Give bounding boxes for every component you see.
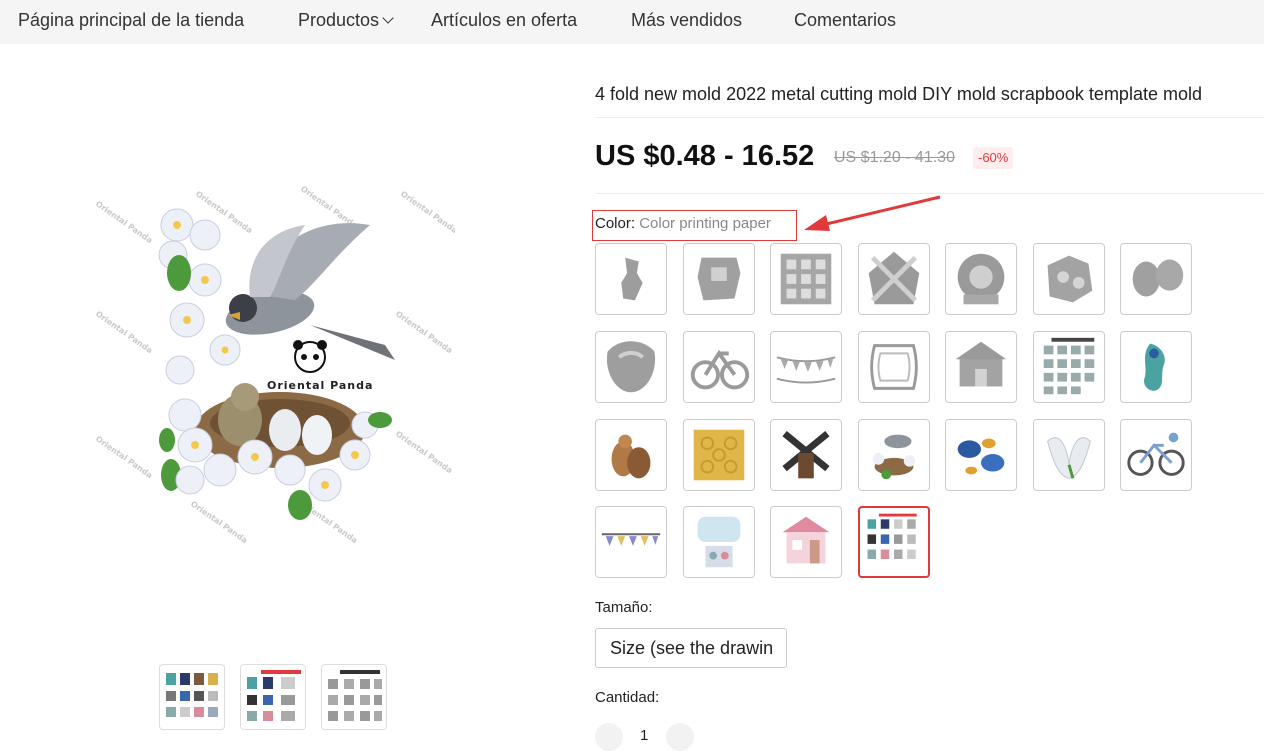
die-shape-icon bbox=[1127, 432, 1185, 476]
color-option-swatch[interactable] bbox=[1033, 243, 1105, 315]
color-option-swatch[interactable] bbox=[595, 243, 667, 315]
color-option-swatch[interactable] bbox=[770, 243, 842, 315]
product-collage-icon bbox=[247, 670, 301, 721]
color-option-swatch[interactable] bbox=[858, 243, 930, 315]
color-option-swatch[interactable] bbox=[595, 331, 667, 403]
brand-logo-text: Oriental Panda bbox=[267, 379, 373, 392]
color-option-swatch[interactable] bbox=[595, 506, 667, 578]
thumbnail-image[interactable] bbox=[240, 664, 306, 730]
size-label: Tamaño: bbox=[595, 599, 653, 616]
color-option-swatch[interactable] bbox=[945, 419, 1017, 491]
original-price: US $1.20 - 41.30 bbox=[834, 149, 955, 166]
divider bbox=[595, 117, 1264, 118]
product-title: 4 fold new mold 2022 metal cutting mold … bbox=[595, 84, 1202, 104]
die-shape-icon bbox=[870, 344, 918, 390]
color-option-swatch[interactable] bbox=[1120, 419, 1192, 491]
watermark: Oriental Panda bbox=[394, 309, 454, 355]
quantity-value[interactable]: 1 bbox=[640, 727, 648, 744]
watermark: Oriental Panda bbox=[95, 434, 154, 480]
price-range: US $0.48 - 16.52 bbox=[595, 140, 815, 172]
color-option-swatch[interactable] bbox=[1033, 331, 1105, 403]
color-option-swatch-selected[interactable] bbox=[858, 506, 930, 578]
die-shape-icon bbox=[697, 516, 741, 568]
die-shape-icon bbox=[1047, 437, 1091, 479]
store-nav-bar: Página principal de la tienda Productos … bbox=[0, 0, 1264, 44]
color-option-swatch[interactable] bbox=[1120, 331, 1192, 403]
size-option-button[interactable]: Size (see the drawin bbox=[595, 628, 787, 668]
color-option-swatch[interactable] bbox=[595, 419, 667, 491]
quantity-label: Cantidad: bbox=[595, 689, 660, 706]
nav-best-sellers[interactable]: Más vendidos bbox=[631, 10, 742, 31]
thumbnail-image[interactable] bbox=[321, 664, 387, 730]
color-option-swatch[interactable] bbox=[683, 243, 755, 315]
watermark: Oriental Panda bbox=[95, 199, 154, 245]
main-product-image[interactable]: Oriental Panda Oriental Panda Oriental P… bbox=[94, 184, 459, 545]
watermark: Oriental Panda bbox=[95, 309, 154, 355]
annotation-highlight-box bbox=[592, 210, 797, 241]
die-shape-icon bbox=[872, 434, 916, 480]
die-shape-icon bbox=[697, 257, 741, 301]
die-shape-icon bbox=[693, 429, 745, 481]
nav-store-home[interactable]: Página principal de la tienda bbox=[18, 10, 244, 31]
die-shape-icon bbox=[955, 341, 1007, 387]
nav-reviews[interactable]: Comentarios bbox=[794, 10, 896, 31]
watermark: Oriental Panda bbox=[189, 499, 249, 545]
die-shape-icon bbox=[782, 516, 830, 564]
annotation-arrow-icon bbox=[804, 195, 941, 231]
die-shape-icon bbox=[606, 341, 656, 393]
color-option-swatch[interactable] bbox=[1120, 243, 1192, 315]
color-option-swatch[interactable] bbox=[770, 331, 842, 403]
color-option-swatch[interactable] bbox=[683, 331, 755, 403]
watermark: Oriental Panda bbox=[394, 429, 454, 475]
watermark: Oriental Panda bbox=[399, 189, 455, 235]
die-shape-icon bbox=[1047, 255, 1093, 303]
quantity-increase-button[interactable] bbox=[666, 723, 694, 751]
die-shape-icon bbox=[868, 251, 920, 305]
nav-sale-items[interactable]: Artículos en oferta bbox=[431, 10, 577, 31]
die-shape-icon bbox=[957, 253, 1005, 305]
die-shape-icon bbox=[867, 513, 917, 559]
die-shape-icon bbox=[1144, 343, 1165, 391]
die-shape-icon bbox=[1132, 259, 1184, 297]
color-option-swatch[interactable] bbox=[858, 419, 930, 491]
color-option-swatch[interactable] bbox=[945, 331, 1017, 403]
thumbnail-image[interactable] bbox=[159, 664, 225, 730]
color-option-swatch[interactable] bbox=[945, 243, 1017, 315]
color-option-swatch[interactable] bbox=[770, 419, 842, 491]
color-option-swatch[interactable] bbox=[770, 506, 842, 578]
product-collage-icon bbox=[166, 673, 218, 717]
die-shape-icon bbox=[621, 257, 643, 301]
product-collage-icon bbox=[328, 670, 382, 721]
die-shape-icon bbox=[1043, 337, 1095, 395]
color-option-swatch[interactable] bbox=[683, 419, 755, 491]
die-shape-icon bbox=[776, 356, 836, 384]
die-shape-icon bbox=[690, 349, 750, 390]
bird-nest-illustration: Oriental Panda Oriental Panda Oriental P… bbox=[94, 184, 459, 545]
color-option-swatch[interactable] bbox=[1033, 419, 1105, 491]
color-option-swatch[interactable] bbox=[858, 331, 930, 403]
die-shape-icon bbox=[957, 438, 1005, 475]
die-shape-icon bbox=[611, 434, 651, 479]
die-shape-icon bbox=[782, 430, 830, 479]
quantity-decrease-button[interactable] bbox=[595, 723, 623, 751]
color-option-swatch[interactable] bbox=[683, 506, 755, 578]
chevron-down-icon bbox=[382, 12, 394, 24]
nav-products-label: Productos bbox=[298, 10, 380, 30]
die-shape-icon bbox=[780, 253, 832, 305]
die-shape-icon bbox=[601, 533, 661, 546]
discount-badge: -60% bbox=[973, 147, 1014, 169]
nav-products[interactable]: Productos bbox=[298, 10, 394, 31]
